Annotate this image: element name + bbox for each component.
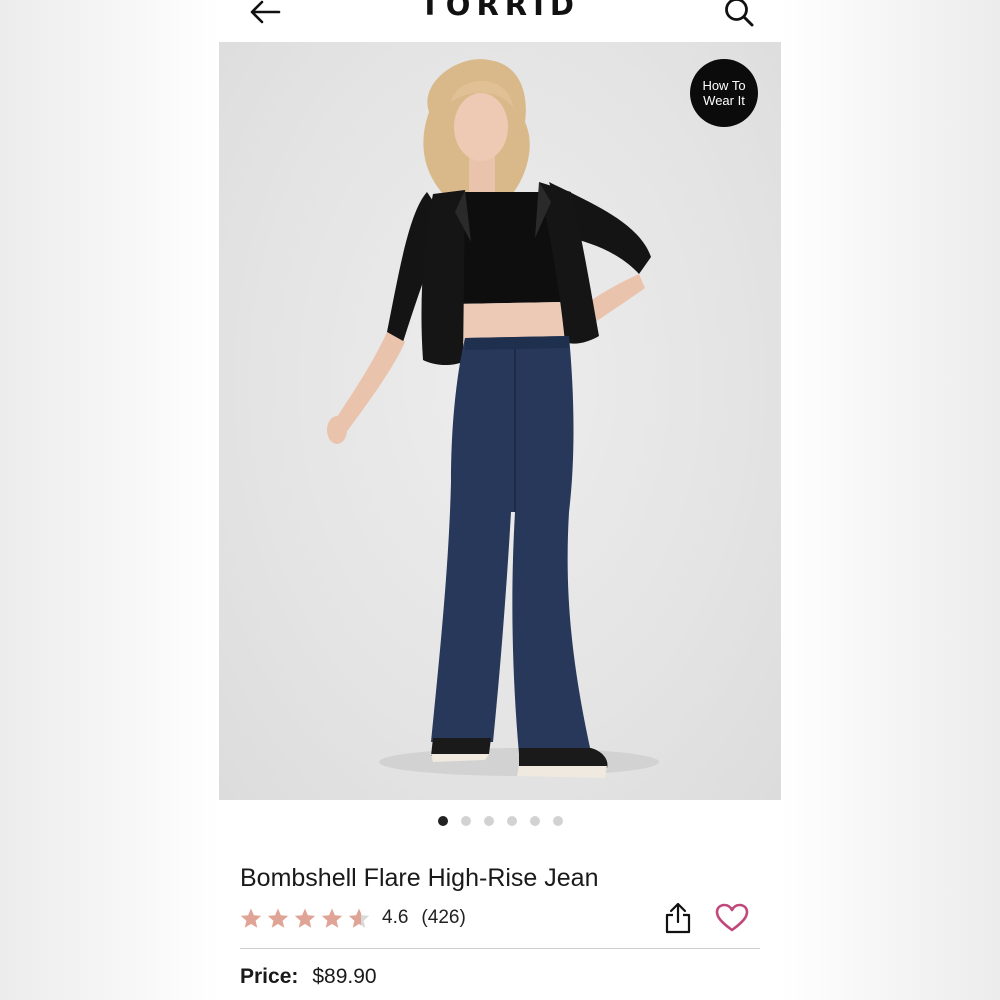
price-label: Price: bbox=[240, 965, 299, 988]
carousel-dot[interactable] bbox=[460, 816, 471, 826]
star-icon bbox=[267, 908, 289, 928]
price-row: Price: $89.90 bbox=[240, 965, 377, 989]
carousel-dot[interactable] bbox=[552, 816, 563, 826]
product-image[interactable]: How To Wear It bbox=[219, 42, 781, 800]
how-to-wear-it-button[interactable]: How To Wear It bbox=[690, 59, 758, 127]
product-title: Bombshell Flare High-Rise Jean bbox=[240, 864, 599, 892]
rating-value: 4.6 bbox=[382, 907, 409, 928]
section-divider bbox=[240, 948, 760, 949]
badge-line-2: Wear It bbox=[703, 93, 745, 108]
share-button[interactable] bbox=[663, 900, 693, 936]
model-illustration bbox=[327, 59, 659, 778]
heart-icon bbox=[715, 903, 749, 932]
product-page: TORRID How To Wear It Bombshell Flare Hi… bbox=[219, 0, 781, 1000]
star-rating[interactable] bbox=[239, 907, 371, 930]
star-icon bbox=[321, 908, 343, 928]
search-icon bbox=[725, 0, 754, 27]
star-icon bbox=[348, 908, 370, 928]
carousel-dot[interactable] bbox=[483, 816, 494, 826]
carousel-dot[interactable] bbox=[506, 816, 517, 826]
share-icon bbox=[665, 902, 691, 934]
star-icon bbox=[240, 908, 262, 928]
image-carousel-dots bbox=[219, 816, 781, 826]
price-value: $89.90 bbox=[312, 965, 377, 988]
brand-logo[interactable]: TORRID bbox=[219, 0, 781, 22]
carousel-dot[interactable] bbox=[437, 816, 448, 826]
rating-row: 4.6 (426) bbox=[239, 903, 466, 933]
star-icon bbox=[294, 908, 316, 928]
search-button[interactable] bbox=[717, 0, 761, 32]
review-count[interactable]: (426) bbox=[421, 907, 465, 929]
badge-line-1: How To bbox=[702, 78, 746, 93]
top-nav-bar: TORRID bbox=[219, 0, 781, 42]
carousel-dot[interactable] bbox=[529, 816, 540, 826]
favorite-button[interactable] bbox=[715, 902, 749, 934]
